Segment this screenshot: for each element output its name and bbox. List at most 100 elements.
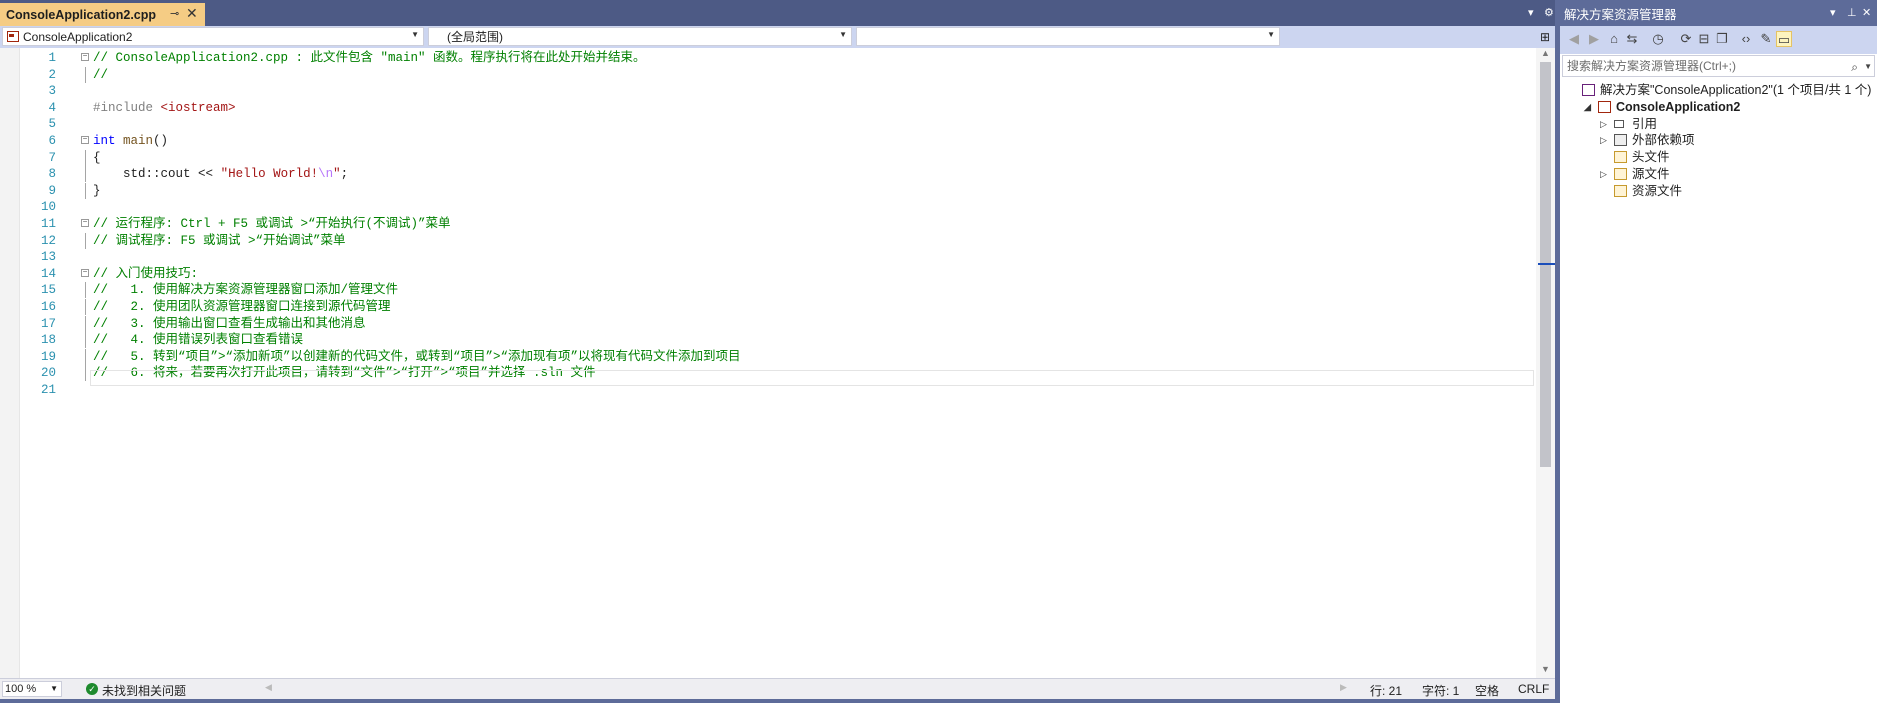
code-token: std — [93, 167, 146, 182]
code-line[interactable]: 2 // — [0, 66, 1535, 83]
collapse-region-icon[interactable]: − — [81, 219, 89, 227]
code-line[interactable]: 8 std::cout << "Hello World!\n"; — [0, 166, 1535, 183]
view-code-icon[interactable]: ‹› — [1738, 31, 1754, 47]
code-token: // 4. 使用错误列表窗口查看错误 — [93, 333, 304, 348]
collapse-region-icon[interactable]: − — [81, 136, 89, 144]
collapse-region-icon[interactable]: − — [81, 53, 89, 61]
line-number: 6 — [48, 134, 56, 148]
chevron-down-icon: ▼ — [411, 30, 419, 39]
scroll-up-icon[interactable]: ▲ — [1541, 48, 1550, 58]
code-line[interactable]: 18 // 4. 使用错误列表窗口查看错误 — [0, 332, 1535, 349]
char-indicator[interactable]: 字符: 1 — [1422, 682, 1459, 699]
code-line[interactable]: 17 // 3. 使用输出窗口查看生成输出和其他消息 — [0, 315, 1535, 332]
code-text: // — [93, 67, 108, 83]
line-number: 1 — [48, 51, 56, 65]
outline-guide — [85, 365, 86, 382]
close-icon[interactable]: ✕ — [1862, 6, 1871, 19]
scope-combo-label: (全局范围) — [447, 30, 503, 44]
line-number: 15 — [40, 283, 56, 298]
code-token: // 5. 转到“项目”>“添加新项”以创建新的代码文件，或转到“项目”>“添加… — [93, 349, 741, 364]
code-text: // 运行程序: Ctrl + F5 或调试 >“开始执行(不调试)”菜单 — [93, 216, 451, 232]
back-icon[interactable]: ◀ — [1566, 31, 1582, 47]
code-text: #include <iostream> — [93, 100, 236, 116]
filter-folder-icon — [1614, 168, 1627, 180]
project-combo[interactable]: ConsoleApplication2 ▼ — [2, 27, 424, 46]
code-line[interactable]: 5 — [0, 116, 1535, 132]
code-line[interactable]: 3 — [0, 83, 1535, 99]
line-number: 3 — [48, 84, 56, 99]
line-number: 4 — [48, 100, 56, 115]
code-line[interactable]: 12 // 调试程序: F5 或调试 >“开始调试”菜单 — [0, 232, 1535, 249]
cpp-project-icon — [1598, 100, 1611, 113]
chevron-down-icon: ▼ — [1267, 30, 1275, 39]
preview-icon[interactable]: ▭ — [1776, 31, 1792, 47]
tab-list-dropdown-icon[interactable]: ▾ — [1528, 6, 1534, 19]
outline-guide — [85, 332, 86, 349]
code-line[interactable]: 14 −// 入门使用技巧: — [0, 266, 1535, 282]
pin-icon[interactable]: ⊥ — [1847, 6, 1857, 19]
pin-icon[interactable]: ⊸ — [170, 7, 179, 20]
chevron-down-icon[interactable]: ▼ — [1864, 57, 1872, 77]
code-line[interactable]: 13 — [0, 249, 1535, 265]
show-all-files-icon[interactable]: ❐ — [1714, 31, 1730, 47]
code-text: // 入门使用技巧: — [93, 266, 198, 282]
bottom-strip — [0, 699, 1555, 703]
code-line[interactable]: 19 // 5. 转到“项目”>“添加新项”以创建新的代码文件，或转到“项目”>“… — [0, 348, 1535, 365]
code-text: // 2. 使用团队资源管理器窗口连接到源代码管理 — [93, 299, 391, 315]
line-number: 5 — [48, 117, 56, 132]
vertical-scrollbar[interactable]: ▲ ▼ — [1536, 48, 1555, 678]
gear-icon[interactable]: ⚙ — [1544, 6, 1554, 19]
document-tab[interactable]: ConsoleApplication2.cpp ⊸ ✕ — [0, 3, 205, 26]
scroll-down-icon[interactable]: ▼ — [1541, 664, 1550, 674]
scroll-left-icon[interactable]: ◀ — [265, 682, 272, 693]
solution-search-input[interactable]: 搜索解决方案资源管理器(Ctrl+;) ⌕ ▼ — [1562, 55, 1875, 77]
code-line[interactable]: 9} — [0, 182, 1535, 199]
current-line-highlight — [90, 370, 1534, 386]
code-line[interactable]: 1 −// ConsoleApplication2.cpp : 此文件包含 "ma… — [0, 50, 1535, 66]
search-icon[interactable]: ⌕ — [1851, 57, 1858, 77]
code-line[interactable]: 11 −// 运行程序: Ctrl + F5 或调试 >“开始执行(不调试)”菜单 — [0, 216, 1535, 232]
code-line[interactable]: 4 #include <iostream> — [0, 100, 1535, 116]
collapse-all-icon[interactable]: ⊟ — [1696, 31, 1712, 47]
switch-views-icon[interactable]: ⇆ — [1624, 31, 1640, 47]
navigation-bar: ConsoleApplication2 ▼ (全局范围) ▼ ▼ — [0, 26, 1555, 48]
code-text: // 调试程序: F5 或调试 >“开始调试”菜单 — [93, 233, 346, 249]
code-line[interactable]: 16 // 2. 使用团队资源管理器窗口连接到源代码管理 — [0, 299, 1535, 315]
history-icon[interactable]: ◷ — [1650, 31, 1666, 47]
line-indicator[interactable]: 行: 21 — [1370, 682, 1402, 699]
home-icon[interactable]: ⌂ — [1606, 31, 1622, 47]
collapse-region-icon[interactable]: − — [81, 268, 89, 277]
whitespace-indicator[interactable]: 空格 — [1475, 682, 1499, 699]
code-line[interactable]: 7{ — [0, 149, 1535, 166]
code-line[interactable]: 6 − int main() — [0, 133, 1535, 149]
properties-icon[interactable]: ✎ — [1758, 31, 1774, 47]
outline-guide — [85, 182, 86, 199]
project-combo-label: ConsoleApplication2 — [23, 29, 133, 44]
window-menu-icon[interactable]: ▾ — [1830, 6, 1836, 19]
scope-combo[interactable]: (全局范围) ▼ — [428, 27, 852, 46]
line-ending-indicator[interactable]: CRLF — [1518, 682, 1549, 696]
issues-status[interactable]: 未找到相关问题 — [102, 682, 186, 699]
code-text: // 5. 转到“项目”>“添加新项”以创建新的代码文件，或转到“项目”>“添加… — [93, 349, 741, 365]
code-token: :: — [145, 167, 161, 182]
chevron-down-icon: ▼ — [50, 684, 58, 693]
split-window-icon[interactable]: ⊞ — [1540, 30, 1550, 44]
cpp-project-icon — [7, 31, 19, 42]
scroll-right-icon[interactable]: ▶ — [1340, 682, 1347, 693]
outline-guide — [85, 282, 86, 299]
close-icon[interactable]: ✕ — [186, 5, 198, 22]
code-text: { — [93, 150, 101, 166]
line-number: 7 — [48, 150, 56, 165]
tree-item[interactable]: 资源文件 — [1560, 181, 1877, 201]
code-line[interactable]: 15 // 1. 使用解决方案资源管理器窗口添加/管理文件 — [0, 282, 1535, 299]
code-token: () — [153, 134, 169, 148]
forward-icon[interactable]: ▶ — [1586, 31, 1602, 47]
code-editor[interactable]: 1−// ConsoleApplication2.cpp : 此文件包含 "ma… — [0, 48, 1555, 678]
sync-icon[interactable]: ⟳ — [1678, 31, 1694, 47]
line-number: 20 — [40, 366, 56, 381]
code-token: " — [333, 167, 341, 182]
code-line[interactable]: 10 — [0, 199, 1535, 215]
zoom-combo[interactable]: 100 % ▼ — [2, 681, 62, 697]
member-combo[interactable]: ▼ — [856, 27, 1280, 46]
code-token: \n — [318, 167, 334, 182]
